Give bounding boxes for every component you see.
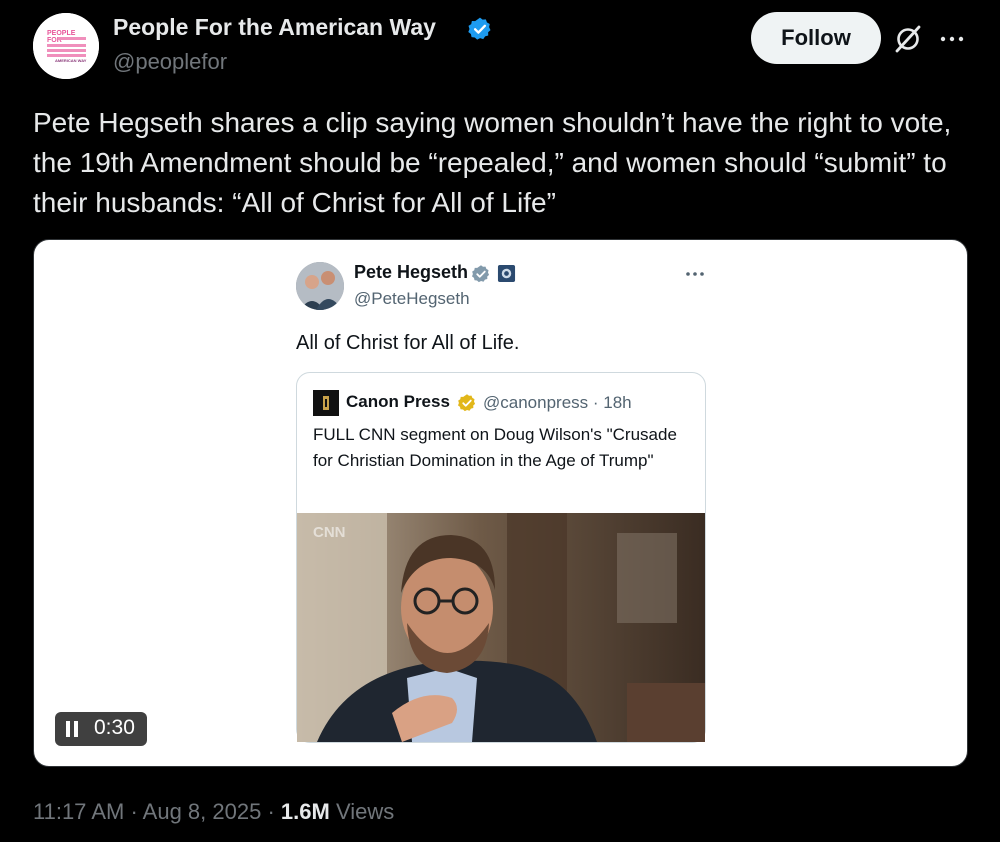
more-horizontal-icon	[686, 272, 704, 276]
embedded-author-name: Pete Hegseth	[354, 262, 469, 282]
post-text: Pete Hegseth shares a clip saying women …	[33, 107, 952, 218]
post-meta: 11:17 AM · Aug 8, 2025 · 1.6M Views	[33, 799, 394, 825]
meta-separator: ·	[124, 799, 143, 824]
person-photo-icon	[296, 262, 344, 310]
quoted-post-text: FULL CNN segment on Doug Wilson's "Crusa…	[313, 425, 677, 470]
views-label: Views	[329, 799, 395, 824]
pfaw-logo: PEOPLE FOR AMERICAN WAY	[33, 13, 99, 79]
svg-text:PEOPLE: PEOPLE	[47, 30, 76, 37]
views-count[interactable]: 1.6M	[281, 799, 330, 824]
embedded-author-avatar	[296, 262, 344, 310]
svg-text:AMERICAN WAY: AMERICAN WAY	[55, 58, 87, 63]
embedded-post-text: All of Christ for All of Life.	[296, 332, 520, 354]
pause-icon[interactable]	[65, 720, 79, 738]
government-seal-icon	[497, 264, 516, 283]
grok-icon[interactable]	[893, 24, 923, 54]
quoted-author-name: Canon Press	[346, 392, 450, 411]
verified-badge-icon	[468, 17, 491, 40]
verified-gold-badge-icon	[458, 394, 476, 412]
author-handle[interactable]: @peoplefor	[113, 49, 227, 75]
more-horizontal-icon[interactable]	[937, 30, 967, 48]
video-duration: 0:30	[94, 716, 135, 739]
verified-badge-icon	[472, 265, 490, 283]
quoted-handle-time: @canonpress · 18h	[483, 393, 632, 412]
embedded-author-handle: @PeteHegseth	[354, 289, 470, 308]
post-time[interactable]: 11:17 AM	[33, 799, 124, 824]
author-avatar[interactable]: PEOPLE FOR AMERICAN WAY	[33, 13, 99, 79]
video-thumbnail[interactable]: CNN	[297, 513, 705, 742]
canon-press-logo-icon	[313, 390, 339, 416]
author-display-name[interactable]: People For the American Way	[113, 14, 436, 41]
svg-text:CNN: CNN	[313, 524, 346, 541]
follow-button[interactable]: Follow	[751, 12, 881, 64]
meta-separator: ·	[261, 799, 281, 824]
post-date[interactable]: Aug 8, 2025	[143, 799, 262, 824]
interview-video-frame: CNN	[297, 513, 705, 742]
